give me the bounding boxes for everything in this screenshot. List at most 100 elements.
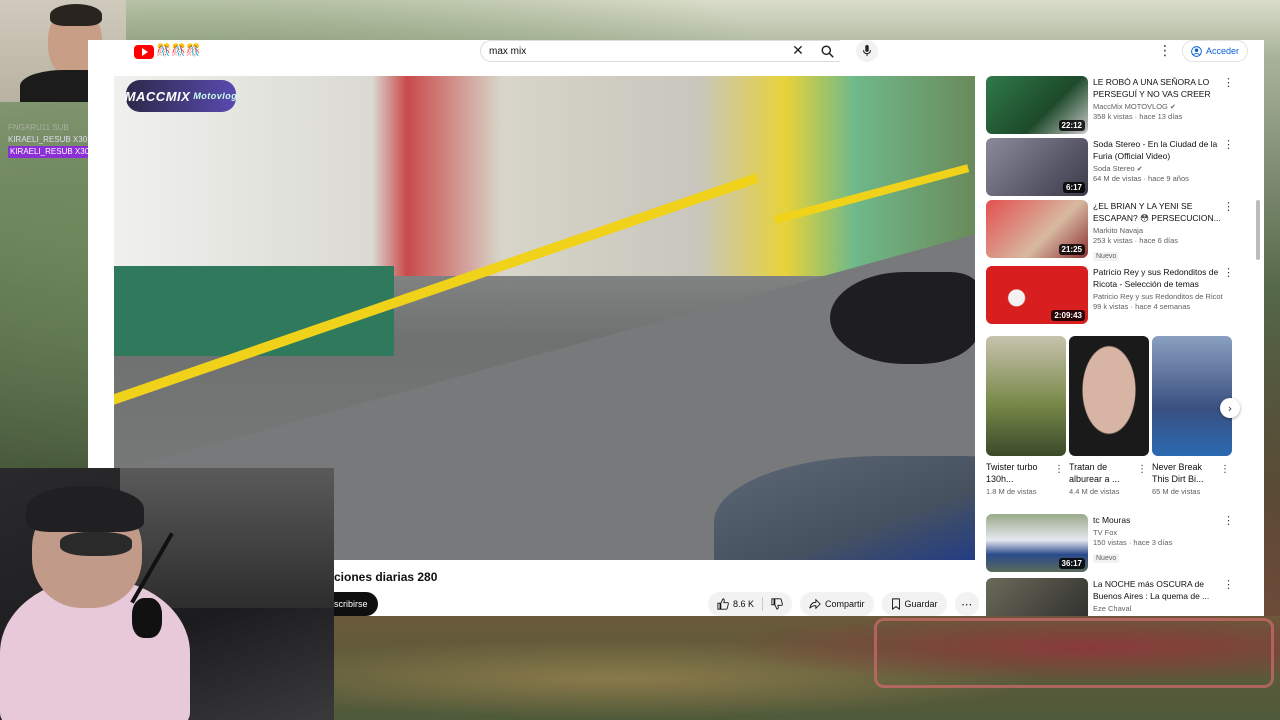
related-video-item[interactable]: 21:25 ¿EL BRIAN Y LA YENI SE ESCAPAN? 😳 … — [986, 200, 1236, 261]
more-horiz-icon: ⋯ — [961, 597, 973, 611]
subscribe-button[interactable]: scribirse — [334, 592, 378, 616]
more-vert-icon[interactable]: ⋮ — [1223, 200, 1234, 213]
video-info: Patricio Rey y sus Redonditos de Ricota … — [1093, 266, 1223, 311]
verified-icon: ✔ — [1136, 166, 1143, 173]
more-actions-button[interactable]: ⋯ — [954, 592, 979, 616]
short-title[interactable]: Twister turbo 130h... — [986, 461, 1052, 485]
video-info: ¿EL BRIAN Y LA YENI SE ESCAPAN? 😳 PERSEC… — [1093, 200, 1223, 263]
video-info: tc Mouras TV Fox 150 vistas · hace 3 día… — [1093, 514, 1223, 565]
short-item[interactable]: Never Break This Dirt Bi... 65 M de vist… — [1152, 336, 1232, 496]
more-vert-icon[interactable]: ⋮ — [1137, 464, 1147, 475]
video-title[interactable]: La NOCHE más OSCURA de Buenos Aires : La… — [1093, 578, 1223, 602]
youtube-logo-icon[interactable] — [134, 45, 154, 59]
related-video-item[interactable]: 22:12 LE ROBÓ A UNA SEÑORA LO PERSEGUÍ Y… — [986, 76, 1236, 134]
video-info: La NOCHE más OSCURA de Buenos Aires : La… — [1093, 578, 1223, 613]
sign-in-button[interactable]: Acceder — [1182, 40, 1249, 62]
shorts-shelf: Twister turbo 130h... 1.8 M de vistas ⋮ … — [986, 336, 1246, 506]
search-box — [480, 40, 840, 62]
webcam-hair — [50, 4, 102, 26]
short-thumbnail[interactable] — [1152, 336, 1232, 456]
video-thumbnail[interactable] — [986, 578, 1088, 616]
video-title[interactable]: LE ROBÓ A UNA SEÑORA LO PERSEGUÍ Y NO VA… — [1093, 76, 1223, 100]
video-info: Soda Stereo - En la Ciudad de la Furia (… — [1093, 138, 1223, 183]
more-vert-icon[interactable]: ⋮ — [1054, 464, 1064, 475]
like-count: 8.6 K — [733, 599, 755, 609]
account-icon — [1191, 45, 1202, 57]
video-title[interactable]: tc Mouras — [1093, 514, 1223, 526]
youtube-masthead: 🎊🎊🎊 ✕ ⋮ Acceder — [88, 40, 1264, 76]
channel-name-text: MaccMix MOTOVLOG — [1093, 102, 1168, 111]
channel-logo-text: MACCMIX — [124, 88, 191, 104]
webcam-background — [120, 468, 334, 608]
more-vert-icon[interactable]: ⋮ — [1223, 514, 1234, 527]
channel-name-text: Soda Stereo — [1093, 164, 1135, 173]
thumb-down-icon[interactable] — [771, 598, 783, 610]
sign-in-label: Acceder — [1206, 46, 1240, 56]
more-vert-icon[interactable]: ⋮ — [1223, 76, 1234, 89]
like-dislike-group: 8.6 K — [708, 592, 793, 616]
webcam-cap — [26, 486, 144, 532]
more-vert-icon[interactable]: ⋮ — [1223, 138, 1234, 151]
channel-name[interactable]: Soda Stereo ✔ — [1093, 164, 1223, 173]
video-meta: 253 k vistas · hace 6 días — [1093, 236, 1179, 245]
related-video-item[interactable]: 6:17 Soda Stereo - En la Ciudad de la Fu… — [986, 138, 1236, 196]
related-videos-sidebar: 22:12 LE ROBÓ A UNA SEÑORA LO PERSEGUÍ Y… — [986, 76, 1246, 616]
verified-icon: ✔ — [1169, 104, 1176, 111]
webcam-mask — [60, 532, 132, 556]
chevron-right-icon[interactable]: › — [1220, 398, 1240, 418]
search-button[interactable] — [814, 40, 840, 62]
video-duration: 22:12 — [1058, 120, 1085, 131]
channel-name[interactable]: Eze Chaval — [1093, 604, 1223, 613]
video-info: LE ROBÓ A UNA SEÑORA LO PERSEGUÍ Y NO VA… — [1093, 76, 1223, 121]
video-thumbnail[interactable]: 36:17 — [986, 514, 1088, 572]
save-label: Guardar — [904, 599, 938, 609]
search-input[interactable] — [489, 45, 779, 57]
channel-logo-subtext: Motovlog — [193, 91, 238, 101]
video-duration: 2:09:43 — [1051, 310, 1085, 321]
related-video-item[interactable]: La NOCHE más OSCURA de Buenos Aires : La… — [986, 578, 1236, 616]
short-item[interactable]: Tratan de alburear a ... 4.4 M de vistas… — [1069, 336, 1149, 496]
channel-name[interactable]: TV Fox — [1093, 528, 1223, 537]
channel-name[interactable]: Markito Navaja — [1093, 226, 1223, 235]
short-thumbnail[interactable] — [986, 336, 1066, 456]
short-views: 1.8 M de vistas — [986, 487, 1037, 496]
channel-logo-overlay: MACCMIX Motovlog — [124, 80, 238, 112]
short-thumbnail[interactable] — [1069, 336, 1149, 456]
streamer-webcam-bottom — [0, 468, 334, 720]
search-icon — [820, 44, 834, 58]
decorative-frame — [874, 618, 1274, 688]
video-meta: 150 vistas · hace 3 días — [1093, 538, 1173, 547]
channel-name[interactable]: MaccMix MOTOVLOG ✔ — [1093, 102, 1223, 111]
video-actions: 8.6 K Compartir Guardar ⋯ — [708, 592, 979, 616]
short-title[interactable]: Tratan de alburear a ... — [1069, 461, 1135, 485]
bookmark-icon — [891, 598, 900, 610]
thumb-up-icon[interactable] — [717, 598, 729, 610]
stream-background-bottom — [334, 616, 1280, 720]
short-views: 4.4 M de vistas — [1069, 487, 1120, 496]
more-vert-icon[interactable]: ⋮ — [1223, 266, 1234, 279]
chat-line: FNGARU11 SUB — [8, 123, 69, 132]
share-label: Compartir — [825, 599, 865, 609]
scrollbar[interactable] — [1256, 200, 1260, 260]
more-vert-icon[interactable]: ⋮ — [1158, 43, 1172, 59]
voice-search-button[interactable] — [856, 40, 878, 62]
more-vert-icon[interactable]: ⋮ — [1223, 578, 1234, 591]
video-thumbnail[interactable]: 6:17 — [986, 138, 1088, 196]
video-thumbnail[interactable]: 22:12 — [986, 76, 1088, 134]
video-title[interactable]: Soda Stereo - En la Ciudad de la Furia (… — [1093, 138, 1223, 162]
channel-name[interactable]: Patricio Rey y sus Redonditos de Ricota … — [1093, 292, 1223, 301]
more-vert-icon[interactable]: ⋮ — [1220, 464, 1230, 475]
channel-name-text: Patricio Rey y sus Redonditos de Ricota — [1093, 292, 1223, 301]
related-video-item[interactable]: 36:17 tc Mouras TV Fox 150 vistas · hace… — [986, 514, 1236, 572]
save-button[interactable]: Guardar — [881, 592, 947, 616]
related-video-item[interactable]: 2:09:43 Patricio Rey y sus Redonditos de… — [986, 266, 1236, 324]
close-icon[interactable]: ✕ — [790, 43, 806, 59]
video-thumbnail[interactable]: 21:25 — [986, 200, 1088, 258]
video-thumbnail[interactable]: 2:09:43 — [986, 266, 1088, 324]
video-title[interactable]: Patricio Rey y sus Redonditos de Ricota … — [1093, 266, 1223, 290]
share-button[interactable]: Compartir — [800, 592, 874, 616]
short-item[interactable]: Twister turbo 130h... 1.8 M de vistas ⋮ — [986, 336, 1066, 496]
video-title[interactable]: ¿EL BRIAN Y LA YENI SE ESCAPAN? 😳 PERSEC… — [1093, 200, 1223, 224]
mic-icon — [863, 45, 871, 57]
short-title[interactable]: Never Break This Dirt Bi... — [1152, 461, 1218, 485]
